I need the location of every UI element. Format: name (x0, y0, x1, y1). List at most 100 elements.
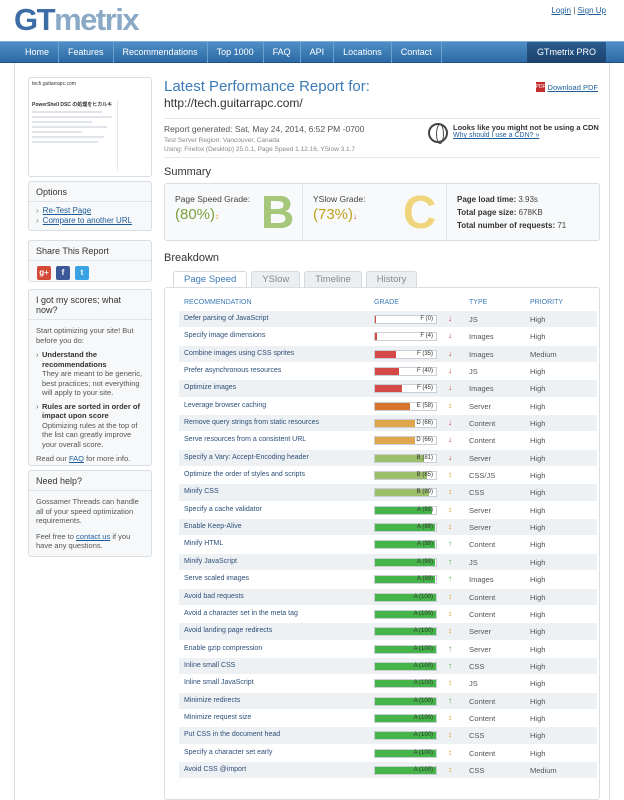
table-row[interactable]: Combine images using CSS sprites F (35) ↓ I… (179, 345, 597, 364)
table-row[interactable]: Optimize images F (45) ↓ Images High (179, 380, 597, 398)
table-row[interactable]: Minify CSS B (89) ↕ CSS High (179, 484, 597, 502)
grade-bar: A (100) (374, 644, 437, 654)
table-row[interactable]: Enable Keep-Alive A (99) ↕ Server High (179, 519, 597, 537)
recommendation-name[interactable]: Minify JavaScript (184, 558, 237, 565)
rule-priority: High (530, 367, 546, 377)
recommendation-name[interactable]: Avoid bad requests (184, 593, 244, 600)
table-row[interactable]: Avoid CSS @import A (100) ↕ CSS Medium (179, 761, 597, 780)
nav-features[interactable]: Features (59, 42, 114, 63)
table-row[interactable]: Remove query strings from static resourc… (179, 415, 597, 433)
grade-fill (375, 385, 403, 393)
rule-priority: High (530, 315, 546, 324)
scores-help-box: I got my scores; what now? Start optimiz… (28, 289, 152, 466)
recommendation-name[interactable]: Minimize redirects (184, 697, 240, 704)
login-link[interactable]: Login (551, 6, 571, 15)
grade-label: A (100) (413, 610, 433, 617)
recommendation-name[interactable]: Minify HTML (184, 540, 223, 547)
table-row[interactable]: Prefer asynchronous resources F (40) ↓ JS Hi… (179, 363, 597, 381)
table-row[interactable]: Inline small JavaScript A (100) ↕ JS High (179, 675, 597, 693)
nav-recommendations[interactable]: Recommendations (114, 42, 208, 63)
gtmetrix-pro-button[interactable]: GTmetrix PRO (526, 42, 606, 63)
gtmetrix-logo[interactable]: GTmetrix (14, 2, 140, 38)
table-row[interactable]: Avoid a character set in the meta tag A (… (179, 606, 597, 624)
compare-url-link[interactable]: Compare to another URL (43, 216, 132, 225)
table-row[interactable]: Serve resources from a consistent URL D (… (179, 432, 597, 450)
nav-top-1000[interactable]: Top 1000 (208, 42, 264, 63)
nav-faq[interactable]: FAQ (264, 42, 301, 63)
recommendation-name[interactable]: Optimize the order of styles and scripts (184, 471, 305, 478)
total-requests: Total number of requests: 71 (457, 219, 566, 232)
nav-locations[interactable]: Locations (334, 42, 392, 63)
download-pdf[interactable]: PDF Download PDF (535, 82, 598, 92)
nav-home[interactable]: Home (16, 42, 60, 63)
recommendation-name[interactable]: Prefer asynchronous resources (184, 367, 281, 374)
recommendation-name[interactable]: Specify a Vary: Accept-Encoding header (184, 454, 309, 461)
recommendation-name[interactable]: Enable Keep-Alive (184, 523, 242, 530)
up-arrow-icon: ↑ (448, 556, 452, 566)
report-url: http://tech.guitarrapc.com/ (164, 96, 303, 110)
grade-bar: A (100) (374, 713, 437, 723)
recommendation-name[interactable]: Avoid landing page redirects (184, 627, 272, 634)
recommendation-name[interactable]: Specify image dimensions (184, 332, 265, 339)
table-row[interactable]: Specify a cache validator A (93) ↕ Server Hi… (179, 502, 597, 520)
report-title: Latest Performance Report for: (164, 78, 370, 95)
facebook-icon[interactable]: f (56, 266, 70, 280)
recommendation-name[interactable]: Optimize images (184, 384, 236, 391)
recommendation-name[interactable]: Minify CSS (184, 488, 219, 495)
recommendation-name[interactable]: Enable gzip compression (184, 645, 262, 652)
retest-page-link[interactable]: Re-Test Page (43, 206, 91, 215)
table-row[interactable]: Serve scaled images A (99) ↑ Images High (179, 571, 597, 589)
nav-api[interactable]: API (301, 42, 335, 63)
table-row[interactable]: Enable gzip compression A (100) ↑ Server Hig… (179, 641, 597, 658)
recommendation-name[interactable]: Defer parsing of JavaScript (184, 315, 268, 322)
grade-bar: A (100) (374, 592, 437, 602)
table-row[interactable]: Specify image dimensions F (4) ↓ Images High (179, 328, 597, 346)
tab-page-speed[interactable]: Page Speed (173, 271, 248, 288)
rule-type: CSS (469, 765, 485, 775)
table-row[interactable]: Avoid landing page redirects A (100) ↕ Serv… (179, 623, 597, 641)
table-row[interactable]: Minify JavaScript A (99) ↑ JS High (179, 553, 597, 572)
cdn-link[interactable]: Why should I use a CDN? » (453, 132, 539, 139)
recommendation-name[interactable]: Remove query strings from static resourc… (184, 419, 319, 426)
table-row[interactable]: Specify a character set early A (100) ↕ Con… (179, 745, 597, 762)
table-row[interactable]: Minify HTML A (99) ↑ Content High (179, 536, 597, 554)
table-row[interactable]: Minimize redirects A (100) ↑ Content High (179, 692, 597, 710)
recommendation-name[interactable]: Specify a cache validator (184, 506, 262, 513)
grade-bar: A (100) (374, 679, 437, 689)
tab-timeline[interactable]: Timeline (304, 271, 362, 287)
recommendation-name[interactable]: Specify a character set early (184, 749, 272, 756)
table-row[interactable]: Optimize the order of styles and scripts… (179, 467, 597, 485)
table-row[interactable]: Leverage browser caching E (58) ↕ Server Hig… (179, 398, 597, 416)
recommendation-name[interactable]: Put CSS in the document head (184, 731, 280, 738)
table-row[interactable]: Minimize request size A (100) ↕ Content High (179, 710, 597, 728)
page-load-time: Page load time: 3.93s (457, 193, 566, 206)
rule-type: CSS (469, 731, 485, 741)
table-row[interactable]: Put CSS in the document head A (100) ↕ CSS H… (179, 727, 597, 745)
recommendation-name[interactable]: Leverage browser caching (184, 402, 266, 409)
google-plus-icon[interactable]: g+ (37, 266, 51, 280)
tab-yslow[interactable]: YSlow (251, 271, 301, 287)
faq-link[interactable]: FAQ (69, 454, 84, 463)
recommendation-name[interactable]: Inline small CSS (184, 662, 235, 669)
recommendation-name[interactable]: Serve resources from a consistent URL (184, 436, 306, 443)
down-arrow-icon: ↓ (448, 435, 452, 445)
recommendation-name[interactable]: Serve scaled images (184, 575, 249, 582)
recommendation-name[interactable]: Avoid a character set in the meta tag (184, 610, 298, 617)
grade-bar: A (100) (374, 731, 437, 741)
page-speed-letter: B (261, 186, 295, 238)
signup-link[interactable]: Sign Up (578, 6, 606, 15)
download-pdf-link[interactable]: Download PDF (548, 83, 598, 92)
contact-us-link[interactable]: contact us (76, 532, 110, 541)
table-row[interactable]: Defer parsing of JavaScript F (0) ↓ JS High (179, 311, 597, 329)
twitter-icon[interactable]: t (75, 266, 89, 280)
table-row[interactable]: Avoid bad requests A (100) ↕ Content High (179, 588, 597, 606)
recommendation-name[interactable]: Avoid CSS @import (184, 766, 246, 773)
rule-priority: High (530, 471, 546, 481)
nav-contact[interactable]: Contact (392, 42, 442, 63)
recommendation-name[interactable]: Combine images using CSS sprites (184, 350, 294, 357)
table-row[interactable]: Inline small CSS A (100) ↑ CSS High (179, 657, 597, 676)
table-row[interactable]: Specify a Vary: Accept-Encoding header B … (179, 449, 597, 468)
recommendation-name[interactable]: Inline small JavaScript (184, 679, 254, 686)
recommendation-name[interactable]: Minimize request size (184, 714, 251, 721)
tab-history[interactable]: History (365, 271, 418, 287)
